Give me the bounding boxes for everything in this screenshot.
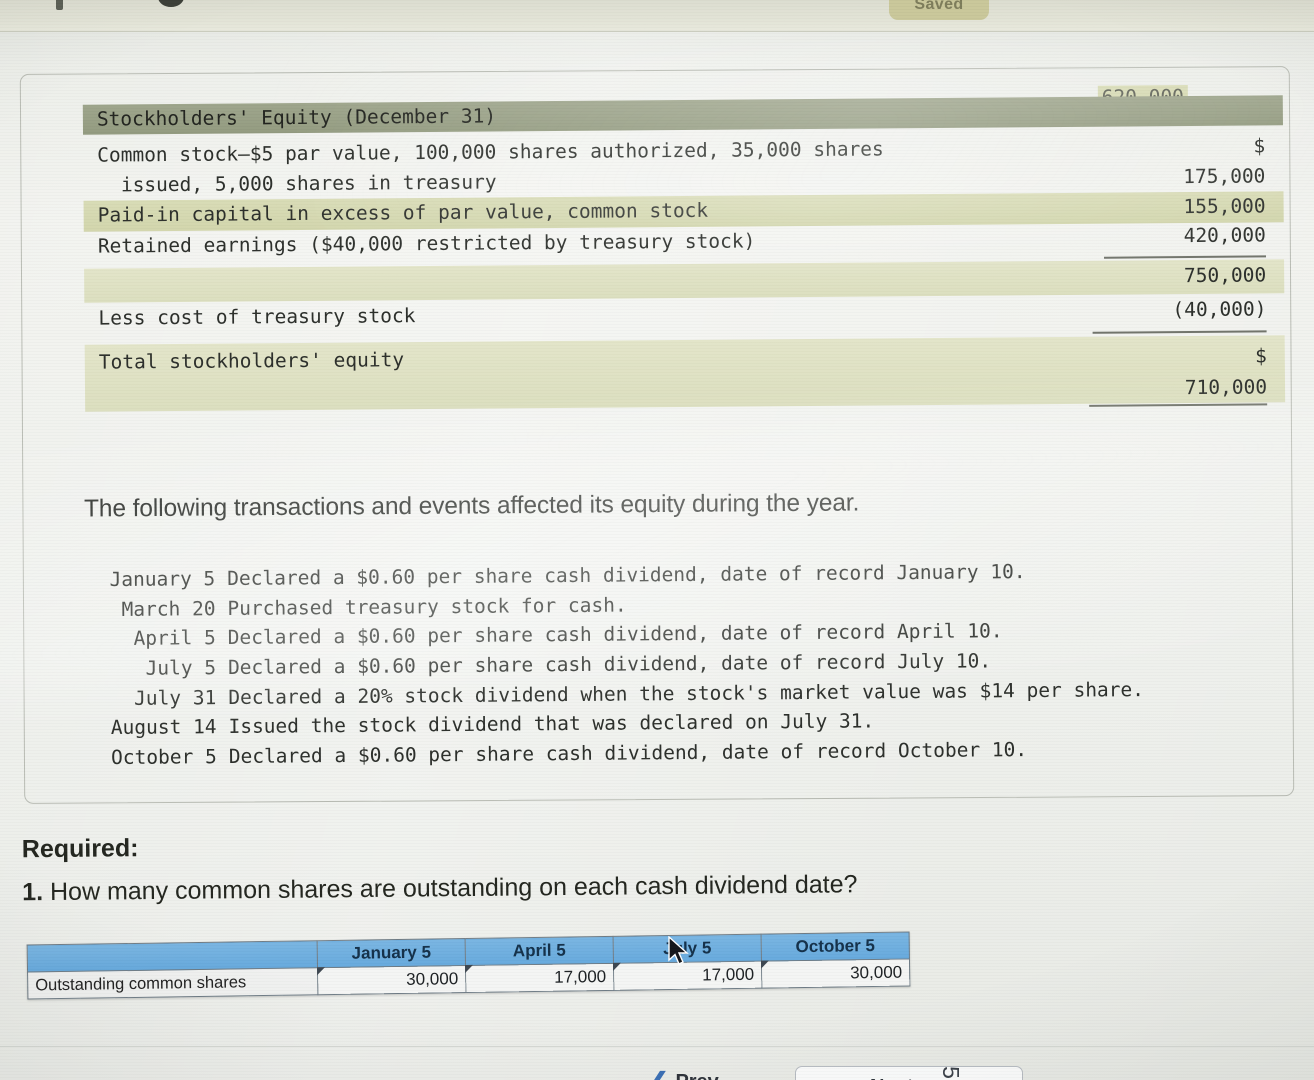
equity-row-common-stock: Common stock—$5 par value, 100,000 share… bbox=[83, 125, 1283, 201]
toolbar-circle-icon[interactable] bbox=[158, 0, 184, 7]
chevron-left-icon: ❮ bbox=[650, 1068, 668, 1080]
bottom-navigation-cutoff: ❮ Prev Next 5 bbox=[0, 1046, 1314, 1080]
photographed-screen: Saved 620,000 Stockholders' Equity (Dece… bbox=[0, 0, 1314, 1080]
equity-subtotal-rule bbox=[1104, 255, 1267, 260]
required-question-text: How many common shares are outstanding o… bbox=[49, 870, 858, 907]
saved-status-badge: Saved bbox=[889, 0, 989, 20]
equity-row-amount: $ 710,000 bbox=[1184, 344, 1268, 399]
answer-grid[interactable]: January 5 April 5 July 5 October 5 Outst… bbox=[27, 931, 911, 1000]
bottom-divider bbox=[0, 1046, 1314, 1047]
answer-cell-july-5[interactable]: 17,000 bbox=[613, 961, 762, 991]
answer-column-header-april-5: April 5 bbox=[465, 936, 614, 966]
transactions-list: January 5 Declared a $0.60 per share cas… bbox=[77, 555, 1299, 773]
equity-grand-total-rule bbox=[1089, 403, 1268, 407]
equity-row-label: Common stock—$5 par value, 100,000 share… bbox=[97, 137, 884, 197]
required-section: Required: 1. How many common shares are … bbox=[22, 825, 1123, 908]
transaction-date: March 20 bbox=[121, 596, 216, 621]
answer-cell-april-5[interactable]: 17,000 bbox=[465, 963, 614, 993]
equity-row-amount: $ 175,000 bbox=[1183, 134, 1266, 189]
answer-column-header-july-5: July 5 bbox=[613, 934, 762, 964]
toolbar-icon-left[interactable] bbox=[56, 0, 63, 10]
transaction-date: January 5 bbox=[109, 567, 216, 592]
required-heading: Required: bbox=[21, 834, 139, 864]
equity-total-rule bbox=[1092, 330, 1267, 335]
answer-column-header-october-5: October 5 bbox=[761, 931, 910, 962]
equity-row-total: Total stockholders' equity $ 710,000 bbox=[84, 335, 1286, 412]
answer-column-header-january-5: January 5 bbox=[317, 938, 466, 968]
next-button[interactable]: Next 5 bbox=[795, 1066, 1023, 1080]
required-question-line: 1. How many common shares are outstandin… bbox=[22, 868, 1122, 908]
next-button-badge: 5 bbox=[937, 1066, 964, 1079]
transaction-date: April 5 bbox=[133, 626, 216, 651]
answer-cell-october-5[interactable]: 30,000 bbox=[761, 958, 910, 989]
prev-button-label: Prev bbox=[675, 1071, 718, 1080]
next-button-label: Next bbox=[870, 1076, 913, 1080]
required-question-number: 1. bbox=[22, 878, 44, 907]
prev-button[interactable]: ❮ Prev bbox=[650, 1068, 719, 1080]
answer-cell-january-5[interactable]: 30,000 bbox=[317, 965, 466, 995]
equity-row-amount: 155,000 bbox=[1183, 194, 1266, 219]
top-toolbar-cutoff: Saved bbox=[0, 0, 1314, 32]
answer-row-label: Outstanding common shares bbox=[27, 967, 318, 1000]
answer-corner-cell bbox=[27, 940, 318, 973]
transaction-date: August 14 bbox=[110, 715, 217, 740]
stockholders-equity-table: Stockholders' Equity (December 31) Commo… bbox=[82, 95, 1286, 419]
equity-row-amount: 420,000 bbox=[1183, 223, 1266, 248]
transaction-date: July 31 bbox=[133, 685, 217, 710]
equity-row-amount: 750,000 bbox=[1183, 263, 1267, 288]
equity-row-amount: (40,000) bbox=[1172, 297, 1267, 322]
transaction-date: October 5 bbox=[111, 744, 217, 769]
transaction-date: July 5 bbox=[145, 655, 217, 680]
